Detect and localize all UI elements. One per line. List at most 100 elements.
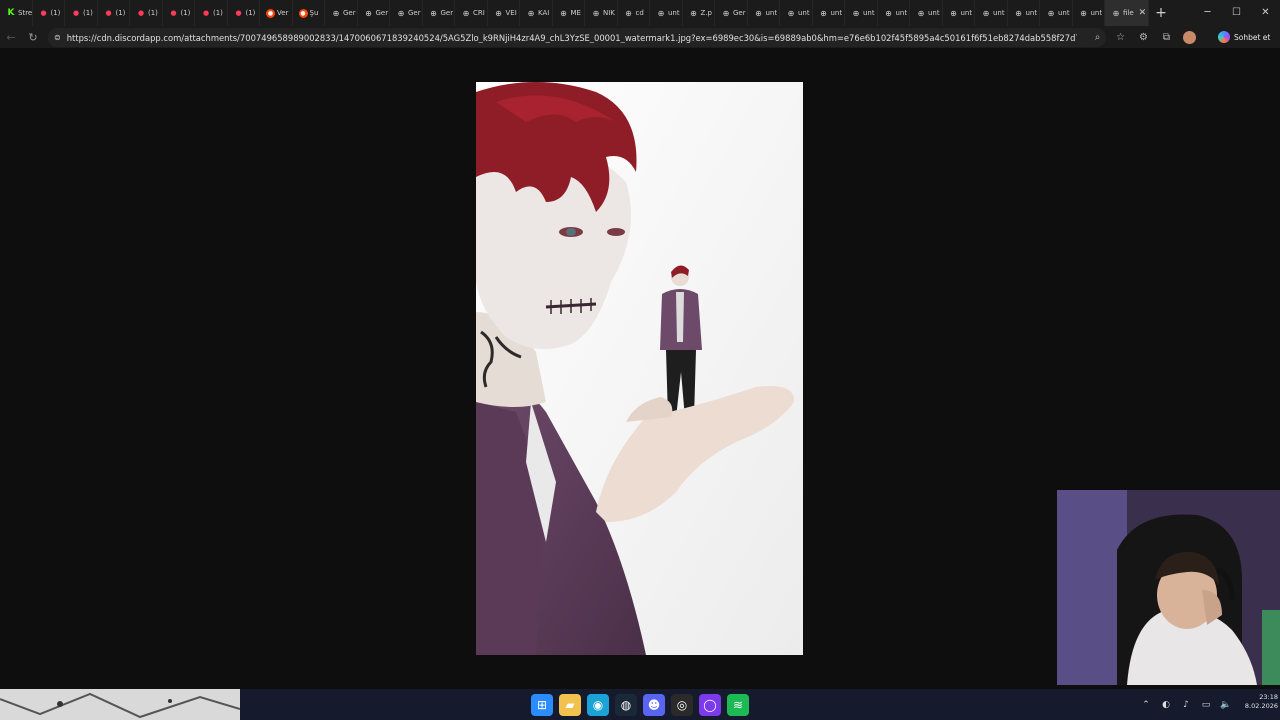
browser-tab[interactable]: ⊕ unt [813,0,845,26]
microphone-icon[interactable]: ♪ [1178,700,1194,710]
start-icon[interactable]: ⊞ [531,693,553,716]
browser-tab[interactable]: ⊕ unt [975,0,1008,26]
tab-label: NIK [603,9,615,17]
tab-label: unt [928,9,940,17]
globe-icon: ⊕ [755,8,762,18]
tab-label: Stre [18,9,33,17]
profile-avatar[interactable] [1183,30,1196,44]
edge-icon[interactable]: ◉ [587,693,609,716]
steam-icon[interactable]: ◍ [615,693,637,716]
browser-tab[interactable]: ⊕ unt [1008,0,1040,26]
browser-tab[interactable]: ⊕ cd [618,0,650,26]
displayed-image[interactable] [476,82,803,655]
tab-label: unt [863,9,875,17]
extension-puzzle-icon[interactable]: ⧉ [1155,32,1178,43]
favorite-icon[interactable]: ☆ [1109,32,1132,43]
new-tab-button[interactable]: + [1149,5,1173,21]
zoom-icon[interactable]: ⌕ [1086,32,1109,43]
browser-tab[interactable]: ⊕ unt [780,0,813,26]
browser-tab[interactable]: ● (1) [98,0,130,26]
tab-label: (1) [115,9,126,17]
image-illustration [476,82,803,655]
browser-tab[interactable]: ⊕ unt [1040,0,1073,26]
maximize-button[interactable]: ☐ [1222,0,1251,26]
tab-label: unt [993,9,1005,17]
browser-tab[interactable]: ● (1) [65,0,98,26]
tab-label: (1) [213,9,223,17]
browser-tab[interactable]: ⊕ unt [878,0,910,26]
close-tab-icon[interactable]: ✕ [1139,8,1147,18]
discord-icon[interactable]: ☻ [643,693,665,716]
folder-icon[interactable]: ▰ [559,693,581,716]
browser-tab[interactable]: ● (1) [195,0,228,26]
browser-tab[interactable]: ● Ver [260,0,293,26]
globe-icon: ⊕ [690,8,697,18]
youtube-icon: ● [137,9,145,17]
browser-tab[interactable]: ⊕ unt [650,0,683,26]
browser-tab[interactable]: ⊕ ME [553,0,585,26]
tab-label: unt [1090,9,1103,17]
browser-tab[interactable]: ⊕ unt [910,0,943,26]
globe-icon: ⊕ [1047,8,1055,18]
obs-icon[interactable]: ◎ [671,693,693,716]
active-browser-tab[interactable]: ⊕ file ✕ [1105,0,1149,26]
address-bar[interactable]: ⊜ https://cdn.discordapp.com/attachments… [48,28,1106,47]
wallpaper-strip [0,689,240,720]
browser-tab[interactable]: ● (1) [130,0,163,26]
copilot-button[interactable]: Sohbet et [1218,29,1270,45]
tab-label: unt [1025,9,1038,17]
tab-label: Ger [440,9,454,17]
browser-tab[interactable]: ⊕ Ger [358,0,390,26]
minimize-button[interactable]: ─ [1193,0,1222,26]
browser-tab[interactable]: ⊕ CRI [455,0,488,26]
globe-icon: ⊕ [462,8,470,18]
volume-icon[interactable]: 🔈 [1218,700,1234,710]
browser-tab[interactable]: ⊕ Ger [325,0,358,26]
tray-overflow-icon[interactable]: ⌃ [1138,700,1154,710]
tab-label: unt [895,9,908,17]
extensions-icon[interactable]: ⚙ [1132,32,1155,43]
reload-button[interactable]: ↻ [22,31,44,44]
browser-tab[interactable]: ⊕ unt [943,0,975,26]
browser-tab[interactable]: ⊕ Z.p [683,0,715,26]
browser-tab[interactable]: ⊕ VEI [488,0,520,26]
webcam-overlay [1057,490,1280,685]
steam-tray-icon[interactable]: ◐ [1158,700,1174,710]
browser-tab[interactable]: K Stre [0,0,33,26]
tab-label: Ger [408,9,421,17]
tab-label: VEI [505,9,517,17]
app-icon[interactable]: ◯ [699,693,721,716]
globe-icon: ⊕ [430,8,437,18]
site-info-icon[interactable]: ⊜ [54,33,61,42]
browser-tab[interactable]: ● (1) [163,0,195,26]
browser-tab[interactable]: ⊕ unt [748,0,780,26]
tab-label: cd [635,9,644,17]
tab-label: unt [668,9,680,17]
browser-tab[interactable]: ⊕ KAI [520,0,553,26]
reddit-icon: ● [298,8,308,18]
tab-label: Ver [277,9,289,17]
browser-tab[interactable]: ⊕ Ger [390,0,423,26]
browser-tab[interactable]: ⊕ NIK [585,0,618,26]
globe-icon: ⊕ [495,8,502,18]
spotify-icon[interactable]: ≋ [727,693,749,716]
globe-icon: ⊕ [560,8,567,18]
browser-tab[interactable]: ⊕ unt [845,0,878,26]
taskbar: ⊞ ▰ ◉ ◍ ☻ ◎ ◯ ≋ ⌃ ◐ ♪ ▭ 🔈 [0,689,1280,720]
browser-tab[interactable]: ● Şu [293,0,325,26]
tab-label: unt [960,9,973,17]
network-icon[interactable]: ▭ [1198,700,1214,710]
tab-label: Z.p [700,9,712,17]
tab-label: (1) [148,9,158,17]
tab-label: (1) [245,9,256,17]
close-window-button[interactable]: ✕ [1251,0,1280,26]
browser-tab[interactable]: ⊕ unt [1073,0,1105,26]
back-button[interactable]: ← [0,31,22,44]
globe-icon: ⊕ [787,8,795,18]
browser-tab[interactable]: ● (1) [228,0,260,26]
system-clock[interactable]: 23:18 8.02.2026 [1238,693,1278,711]
browser-tab[interactable]: ● (1) [33,0,65,26]
url-text: https://cdn.discordapp.com/attachments/7… [66,32,1077,43]
browser-tab[interactable]: ⊕ Ger [715,0,748,26]
browser-tab[interactable]: ⊕ Ger [423,0,455,26]
